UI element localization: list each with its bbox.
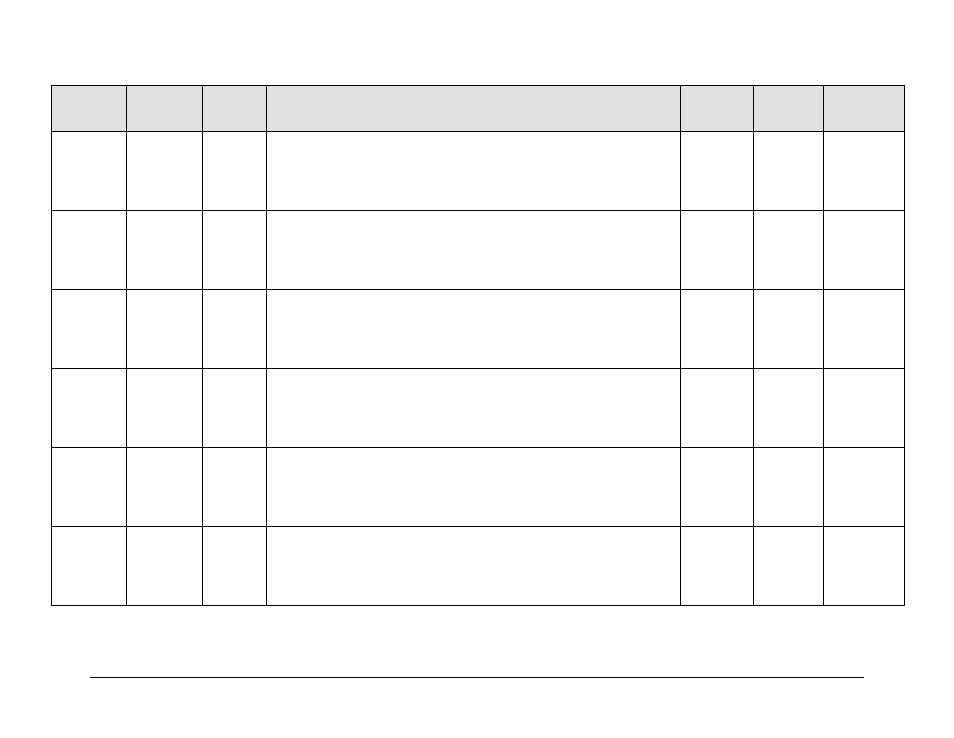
table-cell [267, 211, 681, 290]
table-row [52, 211, 905, 290]
table-row [52, 290, 905, 369]
table-cell [824, 527, 905, 606]
table-row [52, 369, 905, 448]
table-cell [203, 527, 267, 606]
table-cell [681, 211, 753, 290]
table-cell [824, 290, 905, 369]
table-cell [681, 527, 753, 606]
table-cell [753, 132, 823, 211]
table-cell [52, 211, 127, 290]
table-cell [824, 211, 905, 290]
table-header-cell [203, 86, 267, 132]
table-cell [267, 527, 681, 606]
table-cell [267, 290, 681, 369]
table-row [52, 132, 905, 211]
table-cell [681, 448, 753, 527]
table-cell [203, 369, 267, 448]
table-cell [681, 132, 753, 211]
table-cell [753, 369, 823, 448]
table-cell [267, 369, 681, 448]
table-header-cell [267, 86, 681, 132]
table-header-cell [126, 86, 203, 132]
table-cell [126, 448, 203, 527]
table-header-cell [824, 86, 905, 132]
table-cell [203, 132, 267, 211]
table-cell [52, 132, 127, 211]
table-cell [126, 290, 203, 369]
table-header-cell [753, 86, 823, 132]
table-cell [126, 527, 203, 606]
table-header-cell [52, 86, 127, 132]
table-cell [681, 290, 753, 369]
table-row [52, 448, 905, 527]
table-cell [753, 211, 823, 290]
table-cell [824, 132, 905, 211]
table-cell [203, 211, 267, 290]
data-table [51, 85, 905, 606]
table-cell [267, 132, 681, 211]
table-cell [753, 448, 823, 527]
table-cell [681, 369, 753, 448]
table-header-row [52, 86, 905, 132]
table-cell [824, 448, 905, 527]
table-cell [126, 369, 203, 448]
table-cell [52, 527, 127, 606]
table-cell [52, 448, 127, 527]
page [0, 0, 954, 738]
table-cell [753, 527, 823, 606]
table-cell [753, 290, 823, 369]
table-cell [52, 290, 127, 369]
table-cell [203, 290, 267, 369]
table-row [52, 527, 905, 606]
footer-divider [90, 677, 864, 678]
table-cell [824, 369, 905, 448]
table-cell [203, 448, 267, 527]
table-cell [126, 132, 203, 211]
table-header-cell [681, 86, 753, 132]
table-cell [267, 448, 681, 527]
table-cell [52, 369, 127, 448]
table-cell [126, 211, 203, 290]
